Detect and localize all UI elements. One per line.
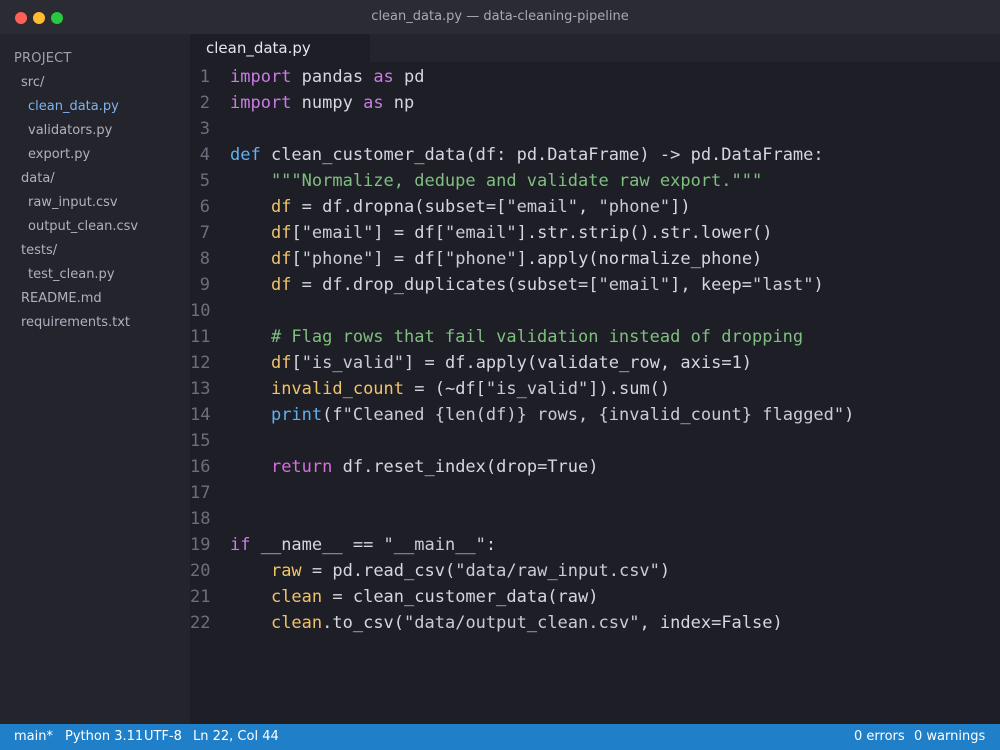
code-text[interactable]: def clean_customer_data(df: pd.DataFrame… <box>230 142 824 168</box>
line-number: 15 <box>190 431 211 451</box>
status-bar: main* Python 3.11 UTF-8 Ln 22, Col 44 0 … <box>0 724 1000 750</box>
tree-item[interactable]: clean_data.py <box>0 95 190 119</box>
line-number: 5 <box>199 171 210 191</box>
line-number: 17 <box>190 483 211 503</box>
line-number: 12 <box>190 353 211 373</box>
tree-item[interactable]: README.md <box>0 287 190 311</box>
code-line[interactable]: 9 df = df.drop_duplicates(subset=["email… <box>190 272 1000 298</box>
tree-item[interactable]: test_clean.py <box>0 263 190 287</box>
line-number: 16 <box>190 457 211 477</box>
code-line[interactable]: 15 <box>190 428 1000 454</box>
code-text[interactable]: return df.reset_index(drop=True) <box>230 454 599 480</box>
code-line[interactable]: 14 print(f"Cleaned {len(df)} rows, {inva… <box>190 402 1000 428</box>
code-line[interactable]: 11 # Flag rows that fail validation inst… <box>190 324 1000 350</box>
file-tree: src/ clean_data.py validators.py export.… <box>0 71 190 335</box>
tab-clean-data-py[interactable]: clean_data.py <box>190 34 370 62</box>
line-number: 22 <box>190 613 211 633</box>
code-line[interactable]: 5 """Normalize, dedupe and validate raw … <box>190 168 1000 194</box>
code-text[interactable]: clean = clean_customer_data(raw) <box>230 584 599 610</box>
code-text[interactable]: import numpy as np <box>230 90 414 116</box>
tree-item[interactable]: validators.py <box>0 119 190 143</box>
tree-item[interactable]: requirements.txt <box>0 311 190 335</box>
code-line[interactable]: 12 df["is_valid"] = df.apply(validate_ro… <box>190 350 1000 376</box>
code-text[interactable]: raw = pd.read_csv("data/raw_input.csv") <box>230 558 670 584</box>
code-editor[interactable]: 1 import pandas as pd 2 import numpy as np 3… <box>190 62 1000 724</box>
code-line[interactable]: 16 return df.reset_index(drop=True) <box>190 454 1000 480</box>
line-number: 2 <box>199 93 210 113</box>
code-text[interactable]: if __name__ == "__main__": <box>230 532 496 558</box>
language-mode[interactable]: Python 3.11 <box>65 724 143 750</box>
encoding-indicator[interactable]: UTF-8 <box>144 724 182 750</box>
code-line[interactable]: 10 <box>190 298 1000 324</box>
line-number: 1 <box>199 67 210 87</box>
errors-count[interactable]: 0 errors <box>854 724 905 750</box>
tree-item[interactable]: raw_input.csv <box>0 191 190 215</box>
line-number: 11 <box>190 327 211 347</box>
tree-item[interactable]: data/ <box>0 167 190 191</box>
cursor-position[interactable]: Ln 22, Col 44 <box>193 724 279 750</box>
window-title: clean_data.py — data-cleaning-pipeline <box>371 9 629 24</box>
title-bar: clean_data.py — data-cleaning-pipeline <box>0 0 1000 34</box>
code-line[interactable]: 1 import pandas as pd <box>190 64 1000 90</box>
line-number: 9 <box>199 275 210 295</box>
code-text[interactable]: df["is_valid"] = df.apply(validate_row, … <box>230 350 752 376</box>
code-line[interactable]: 2 import numpy as np <box>190 90 1000 116</box>
file-explorer-sidebar: PROJECT src/ clean_data.py validators.py… <box>0 34 190 724</box>
code-line[interactable]: 22 clean.to_csv("data/output_clean.csv",… <box>190 610 1000 636</box>
code-line[interactable]: 17 <box>190 480 1000 506</box>
code-line[interactable]: 3 <box>190 116 1000 142</box>
code-text[interactable]: # Flag rows that fail validation instead… <box>230 324 803 350</box>
line-number: 14 <box>190 405 211 425</box>
tree-item[interactable]: output_clean.csv <box>0 215 190 239</box>
code-text[interactable]: df["phone"] = df["phone"].apply(normaliz… <box>230 246 762 272</box>
line-number: 6 <box>199 197 210 217</box>
line-number: 8 <box>199 249 210 269</box>
code-text[interactable]: df = df.dropna(subset=["email", "phone"]… <box>230 194 691 220</box>
code-text[interactable]: invalid_count = (~df["is_valid"]).sum() <box>230 376 670 402</box>
code-line[interactable]: 19 if __name__ == "__main__": <box>190 532 1000 558</box>
tab-bar: clean_data.py <box>190 34 1000 62</box>
code-line[interactable]: 21 clean = clean_customer_data(raw) <box>190 584 1000 610</box>
line-number: 3 <box>199 119 210 139</box>
tree-item[interactable]: src/ <box>0 71 190 95</box>
line-number: 13 <box>190 379 211 399</box>
sidebar-header: PROJECT <box>14 51 72 66</box>
code-text[interactable]: import pandas as pd <box>230 64 425 90</box>
code-line[interactable]: 6 df = df.dropna(subset=["email", "phone… <box>190 194 1000 220</box>
code-line[interactable]: 13 invalid_count = (~df["is_valid"]).sum… <box>190 376 1000 402</box>
tree-item[interactable]: export.py <box>0 143 190 167</box>
line-number: 10 <box>190 301 211 321</box>
line-number: 21 <box>190 587 211 607</box>
tree-item[interactable]: tests/ <box>0 239 190 263</box>
code-text[interactable]: clean.to_csv("data/output_clean.csv", in… <box>230 610 783 636</box>
code-line[interactable]: 18 <box>190 506 1000 532</box>
code-line[interactable]: 7 df["email"] = df["email"].str.strip().… <box>190 220 1000 246</box>
code-line[interactable]: 8 df["phone"] = df["phone"].apply(normal… <box>190 246 1000 272</box>
code-text[interactable]: print(f"Cleaned {len(df)} rows, {invalid… <box>230 402 854 428</box>
code-line[interactable]: 4 def clean_customer_data(df: pd.DataFram… <box>190 142 1000 168</box>
git-branch-indicator[interactable]: main* <box>14 724 53 750</box>
code-text[interactable]: df["email"] = df["email"].str.strip().st… <box>230 220 773 246</box>
line-number: 19 <box>190 535 211 555</box>
line-number: 20 <box>190 561 211 581</box>
line-number: 4 <box>199 145 210 165</box>
line-number: 18 <box>190 509 211 529</box>
line-number: 7 <box>199 223 210 243</box>
warnings-count[interactable]: 0 warnings <box>914 724 985 750</box>
code-text[interactable]: df = df.drop_duplicates(subset=["email"]… <box>230 272 824 298</box>
code-text[interactable]: """Normalize, dedupe and validate raw ex… <box>230 168 762 194</box>
code-line[interactable]: 20 raw = pd.read_csv("data/raw_input.csv… <box>190 558 1000 584</box>
